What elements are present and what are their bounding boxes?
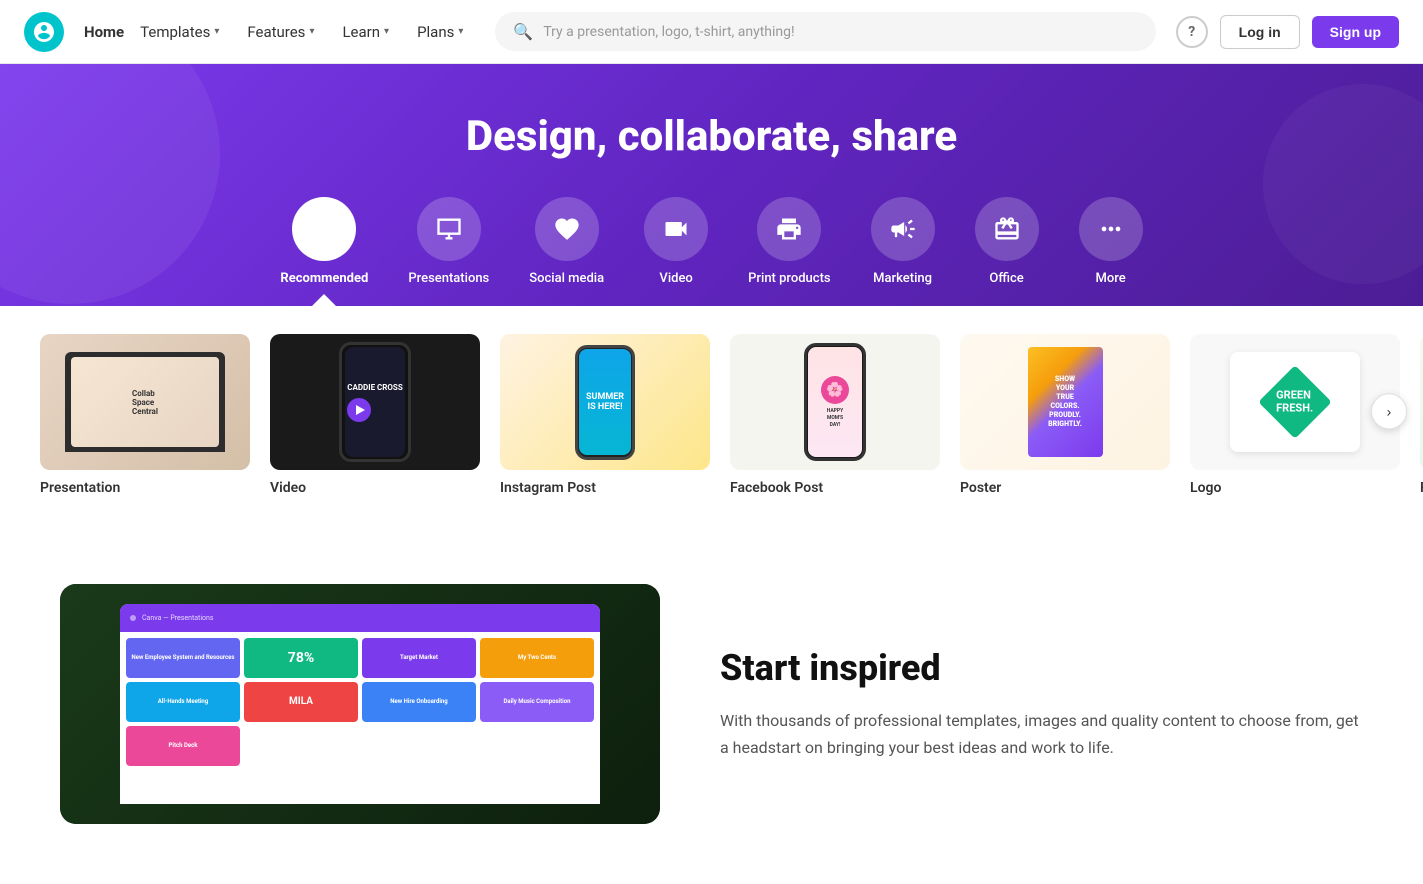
logo-thumbnail: GREENFRESH. bbox=[1190, 334, 1400, 470]
signup-button[interactable]: Sign up bbox=[1312, 16, 1399, 48]
category-more[interactable]: More bbox=[1071, 197, 1151, 306]
design-card-logo[interactable]: GREENFRESH. Logo bbox=[1190, 334, 1400, 496]
templates-chevron-icon: ▾ bbox=[214, 26, 219, 37]
screen-tile-3: Target Market bbox=[362, 638, 476, 678]
marketing-icon bbox=[871, 197, 935, 261]
cards-next-button[interactable]: › bbox=[1371, 393, 1407, 429]
nav-templates[interactable]: Templates ▾ bbox=[128, 15, 231, 49]
social-media-label: Social media bbox=[529, 271, 604, 286]
screen-tile-1: New Employee System and Resources bbox=[126, 638, 240, 678]
print-products-label: Print products bbox=[748, 271, 830, 286]
poster-card-label: Poster bbox=[960, 480, 1170, 496]
poster-thumbnail: SHOWYOURTRUECOLORS.PROUDLY.BRIGHTLY. bbox=[960, 334, 1170, 470]
home-link[interactable]: Home bbox=[84, 23, 124, 41]
category-video[interactable]: Video bbox=[636, 197, 716, 306]
active-tab-indicator bbox=[312, 294, 336, 306]
facebook-thumbnail: 🌸 HAPPYMOM'SDAY! bbox=[730, 334, 940, 470]
presentations-label: Presentations bbox=[408, 271, 489, 286]
screen-nav-text: Canva — Presentations bbox=[142, 614, 214, 622]
screen-tile-4: My Two Cents bbox=[480, 638, 594, 678]
office-label: Office bbox=[989, 271, 1023, 286]
design-card-video[interactable]: CADDIE CROSS Video bbox=[270, 334, 480, 496]
category-presentations[interactable]: Presentations bbox=[400, 197, 497, 306]
start-inspired-text: Start inspired With thousands of profess… bbox=[720, 647, 1363, 761]
video-label: Video bbox=[659, 271, 692, 286]
hero-title: Design, collaborate, share bbox=[24, 112, 1399, 161]
more-label: More bbox=[1096, 271, 1126, 286]
print-products-icon bbox=[757, 197, 821, 261]
start-inspired-section: Canva — Presentations New Employee Syste… bbox=[0, 524, 1423, 884]
design-card-presentation[interactable]: CollabSpaceCentral Presentation bbox=[40, 334, 250, 496]
nav-features[interactable]: Features ▾ bbox=[235, 15, 326, 49]
hero-categories: Recommended Presentations Social media V… bbox=[24, 197, 1399, 306]
logo[interactable] bbox=[24, 12, 64, 52]
recommended-icon bbox=[292, 197, 356, 261]
nav-plans[interactable]: Plans ▾ bbox=[405, 15, 475, 49]
category-print-products[interactable]: Print products bbox=[740, 197, 838, 306]
learn-chevron-icon: ▾ bbox=[384, 26, 389, 37]
design-cards-scroll: CollabSpaceCentral Presentation CADDIE C… bbox=[40, 334, 1423, 496]
screen-tile-9: Pitch Deck bbox=[126, 726, 240, 766]
logo-card-label: Logo bbox=[1190, 480, 1400, 496]
screen-tile-7: New Hire Onboarding bbox=[362, 682, 476, 722]
category-recommended[interactable]: Recommended bbox=[272, 197, 376, 306]
search-placeholder-text: Try a presentation, logo, t-shirt, anyth… bbox=[543, 24, 1137, 40]
video-thumbnail: CADDIE CROSS bbox=[270, 334, 480, 470]
nav-links: Templates ▾ Features ▾ Learn ▾ Plans ▾ bbox=[128, 15, 475, 49]
design-cards-section: CollabSpaceCentral Presentation CADDIE C… bbox=[0, 306, 1423, 524]
social-media-icon bbox=[535, 197, 599, 261]
more-icon bbox=[1079, 197, 1143, 261]
screen-tile-6: MILA bbox=[244, 682, 358, 722]
presentation-card-label: Presentation bbox=[40, 480, 250, 496]
login-button[interactable]: Log in bbox=[1220, 15, 1300, 49]
features-chevron-icon: ▾ bbox=[309, 26, 314, 37]
office-icon bbox=[975, 197, 1039, 261]
navbar: Home Templates ▾ Features ▾ Learn ▾ Plan… bbox=[0, 0, 1423, 64]
category-marketing[interactable]: Marketing bbox=[863, 197, 943, 306]
help-button[interactable]: ? bbox=[1176, 16, 1208, 48]
search-bar[interactable]: 🔍 Try a presentation, logo, t-shirt, any… bbox=[495, 12, 1155, 51]
marketing-label: Marketing bbox=[873, 271, 932, 286]
category-social-media[interactable]: Social media bbox=[521, 197, 612, 306]
recommended-label: Recommended bbox=[280, 271, 368, 286]
instagram-post-card-label: Instagram Post bbox=[500, 480, 710, 496]
category-office[interactable]: Office bbox=[967, 197, 1047, 306]
video-icon bbox=[644, 197, 708, 261]
design-card-facebook-post[interactable]: 🌸 HAPPYMOM'SDAY! Facebook Post bbox=[730, 334, 940, 496]
facebook-post-card-label: Facebook Post bbox=[730, 480, 940, 496]
video-card-label: Video bbox=[270, 480, 480, 496]
start-inspired-image: Canva — Presentations New Employee Syste… bbox=[60, 584, 660, 824]
presentation-thumbnail: CollabSpaceCentral bbox=[40, 334, 250, 470]
search-icon: 🔍 bbox=[513, 22, 533, 41]
start-inspired-description: With thousands of professional templates… bbox=[720, 707, 1363, 761]
screen-tile-2: 78% bbox=[244, 638, 358, 678]
nav-right: ? Log in Sign up bbox=[1176, 15, 1399, 49]
canva-logo-icon bbox=[32, 20, 56, 44]
screen-tile-8: Daily Music Composition bbox=[480, 682, 594, 722]
screen-nav-dot bbox=[130, 615, 136, 621]
design-card-instagram-post[interactable]: SUMMERIS HERE! Instagram Post bbox=[500, 334, 710, 496]
nav-learn[interactable]: Learn ▾ bbox=[330, 15, 401, 49]
start-inspired-title: Start inspired bbox=[720, 647, 1363, 689]
hero-section: Design, collaborate, share Recommended P… bbox=[0, 64, 1423, 306]
screen-tile-5: All-Hands Meeting bbox=[126, 682, 240, 722]
plans-chevron-icon: ▾ bbox=[458, 26, 463, 37]
presentations-icon bbox=[417, 197, 481, 261]
design-card-poster[interactable]: SHOWYOURTRUECOLORS.PROUDLY.BRIGHTLY. Pos… bbox=[960, 334, 1170, 496]
instagram-thumbnail: SUMMERIS HERE! bbox=[500, 334, 710, 470]
